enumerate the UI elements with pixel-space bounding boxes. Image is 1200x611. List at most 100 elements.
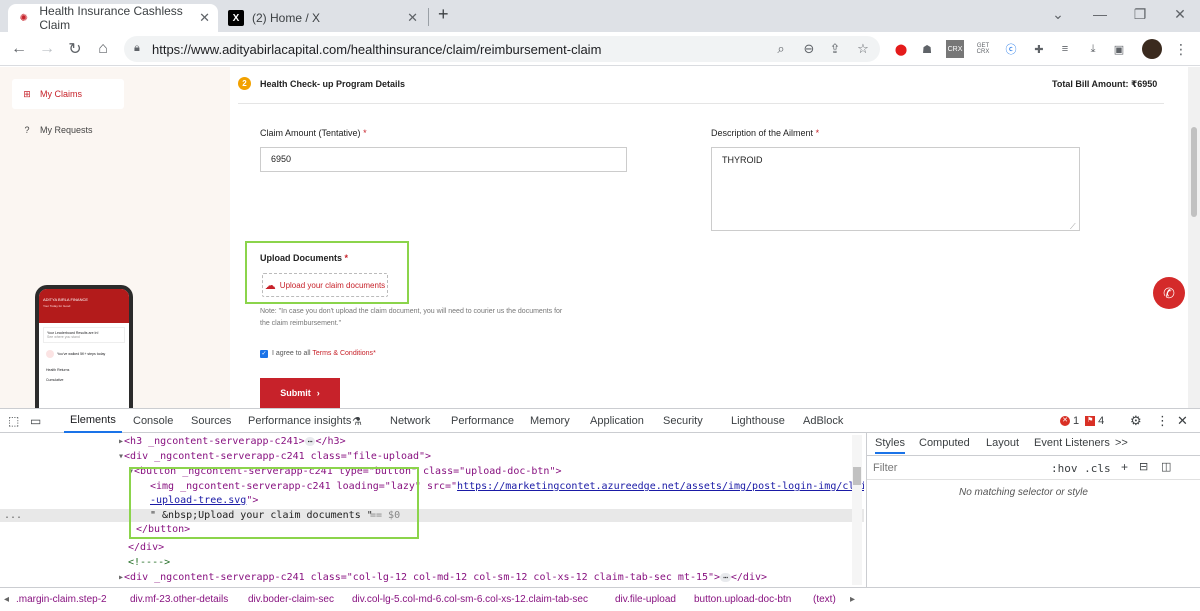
resize-handle-icon[interactable]: ⟋ — [1070, 222, 1076, 232]
download-icon[interactable]: ⤓ — [1084, 40, 1102, 58]
scrollbar-thumb[interactable] — [1191, 127, 1197, 217]
x-logo-icon: X — [228, 10, 244, 26]
breadcrumb-right-arrow-icon[interactable]: ▸ — [850, 594, 855, 605]
address-bar[interactable]: 🔒︎ https://www.adityabirlacapital.com/he… — [124, 36, 880, 62]
breadcrumb-item[interactable]: (text) — [813, 594, 836, 605]
device-toolbar-icon[interactable]: ▭ — [30, 409, 41, 433]
restore-icon[interactable]: ❐ — [1122, 0, 1158, 28]
google-lens-icon[interactable]: ⌕ — [772, 40, 790, 58]
dom-node-file-upload[interactable]: ▾<div _ngcontent-serverapp-c241 class="f… — [118, 450, 431, 463]
forward-icon[interactable]: → — [36, 38, 58, 60]
url-text[interactable]: https://www.adityabirlacapital.com/healt… — [152, 42, 601, 57]
window-close-icon[interactable]: ✕ — [1162, 0, 1198, 28]
minimize-icon[interactable]: — — [1082, 0, 1118, 28]
dom-node-claim-tab[interactable]: ▸<div _ngcontent-serverapp-c241 class="c… — [118, 571, 767, 584]
sidebar-item-my-requests[interactable]: ? My Requests — [12, 115, 124, 145]
dom-node-h3[interactable]: ▸<h3 _ngcontent-serverapp-c241> ⋯ </h3> — [118, 435, 346, 448]
tab-health-insurance[interactable]: ✺ Health Insurance Cashless Claim ✕ — [8, 4, 218, 32]
reload-icon[interactable]: ↻ — [64, 38, 86, 60]
close-tab-icon[interactable]: ✕ — [407, 10, 418, 26]
breadcrumb-item[interactable]: div.col-lg-5.col-md-6.col-sm-6.col-xs-12… — [352, 594, 588, 605]
no-matching-style: No matching selector or style — [959, 487, 1088, 498]
page-scrollbar[interactable] — [1188, 67, 1200, 408]
media-icon[interactable]: ≡ — [1056, 40, 1074, 58]
breadcrumb-item[interactable]: button.upload-doc-btn — [694, 594, 791, 605]
clipboard-icon[interactable]: ⓒ — [1002, 40, 1020, 58]
error-counter[interactable]: ✕ 1 ⚑ 4 — [1060, 409, 1104, 433]
tab-network[interactable]: Network — [390, 409, 430, 433]
ellipsis-icon[interactable]: ⋯ — [720, 573, 731, 582]
upload-documents-button[interactable]: ☁ Upload your claim documents — [262, 273, 388, 297]
highlight-box-code — [129, 467, 419, 539]
tab-console[interactable]: Console — [133, 409, 173, 433]
profile-extension-icon[interactable]: ☗ — [918, 40, 936, 58]
styles-filter-input[interactable]: Filter — [873, 462, 897, 474]
elements-tree[interactable]: ▸<h3 _ngcontent-serverapp-c241> ⋯ </h3> ▾<… — [0, 433, 864, 587]
crx-icon[interactable]: CRX — [946, 40, 964, 58]
phone-steps-row: You've walked 5K+ steps today — [43, 347, 125, 361]
tab-sources[interactable]: Sources — [191, 409, 231, 433]
upload-note-line2: the claim reimbursement." — [260, 320, 342, 327]
breadcrumb-left-arrow-icon[interactable]: ◂ — [4, 594, 9, 605]
get-crx-icon[interactable]: GET CRX — [974, 40, 992, 58]
home-icon[interactable]: ⌂ — [92, 38, 114, 60]
phone-call-icon[interactable]: ✆ — [1153, 277, 1185, 309]
computed-sidebar-icon[interactable]: ◫ — [1161, 460, 1171, 473]
claim-amount-input[interactable]: 6950 — [260, 147, 627, 172]
tab-layout[interactable]: Layout — [986, 437, 1019, 449]
browser-toolbar: ← → ↻ ⌂ 🔒︎ https://www.adityabirlacapita… — [0, 32, 1200, 66]
styles-pane: Styles Computed Layout Event Listeners >… — [866, 433, 1200, 587]
hov-cls-toggle[interactable]: :hov .cls — [1051, 462, 1111, 475]
back-icon[interactable]: ← — [8, 38, 30, 60]
tab-x-home[interactable]: X (2) Home / X ✕ — [220, 4, 426, 32]
tab-adblock[interactable]: AdBlock — [803, 409, 843, 433]
terms-link[interactable]: Terms & Conditions — [312, 350, 373, 357]
bookmark-star-icon[interactable]: ☆ — [854, 40, 872, 58]
more-options-icon[interactable]: ⋮ — [1156, 409, 1169, 433]
more-tabs-icon[interactable]: >> — [1115, 437, 1128, 449]
tab-security[interactable]: Security — [663, 409, 703, 433]
menu-icon[interactable]: ⋮ — [1172, 40, 1190, 58]
submit-button[interactable]: Submit › — [260, 378, 340, 408]
avatar[interactable] — [1142, 39, 1162, 59]
ellipsis-icon[interactable]: ⋯ — [304, 437, 316, 446]
close-devtools-icon[interactable]: ✕ — [1177, 409, 1188, 433]
aditya-birla-logo-icon: ✺ — [19, 12, 28, 24]
tab-styles[interactable]: Styles — [875, 437, 905, 454]
ailment-label: Description of the Ailment * — [711, 128, 820, 138]
puzzle-icon[interactable]: ✚ — [1030, 40, 1048, 58]
tab-computed[interactable]: Computed — [919, 437, 970, 449]
elements-scrollbar-thumb[interactable] — [853, 467, 861, 485]
share-icon[interactable]: ⇪ — [826, 40, 844, 58]
tab-lighthouse[interactable]: Lighthouse — [731, 409, 785, 433]
tab-performance[interactable]: Performance — [451, 409, 514, 433]
terms-checkbox[interactable]: ✓ — [260, 350, 268, 358]
element-state-icon[interactable]: ⊟ — [1139, 460, 1148, 473]
zoom-icon[interactable]: ⊖ — [800, 40, 818, 58]
tab-title: (2) Home / X — [252, 11, 321, 25]
breadcrumb-item[interactable]: div.file-upload — [615, 594, 676, 605]
tab-search-icon[interactable]: ⌄ — [1040, 0, 1076, 28]
tab-memory[interactable]: Memory — [530, 409, 570, 433]
new-style-rule-icon[interactable]: + — [1121, 460, 1128, 474]
breadcrumb-item[interactable]: div.boder-claim-sec — [248, 594, 334, 605]
breadcrumb-item[interactable]: .margin-claim.step-2 — [16, 594, 107, 605]
sidebar-item-my-claims[interactable]: ⊞ My Claims — [12, 79, 124, 109]
sidebar: ⊞ My Claims ? My Requests ADITYA BIRLA F… — [0, 67, 230, 408]
inspect-element-icon[interactable]: ⬚ — [8, 409, 19, 433]
tab-elements[interactable]: Elements — [64, 409, 122, 433]
close-tab-icon[interactable]: ✕ — [199, 10, 210, 26]
phone-steps-text: You've walked 5K+ steps today — [57, 352, 106, 356]
dom-breadcrumbs: ◂ .margin-claim.step-2 div.mf-23.other-d… — [0, 587, 1200, 611]
elements-scrollbar[interactable] — [852, 435, 862, 585]
tab-event-listeners[interactable]: Event Listeners — [1034, 437, 1110, 449]
new-tab-button[interactable]: + — [438, 4, 449, 25]
ailment-textarea[interactable]: THYROID — [711, 147, 1080, 231]
settings-gear-icon[interactable]: ⚙ — [1130, 409, 1142, 433]
tab-performance-insights[interactable]: Performance insights — [248, 409, 351, 433]
styles-divider — [867, 455, 1200, 456]
sidepanel-icon[interactable]: ▣ — [1110, 40, 1128, 58]
opera-icon[interactable]: ⬤ — [892, 40, 910, 58]
breadcrumb-item[interactable]: div.mf-23.other-details — [130, 594, 228, 605]
tab-application[interactable]: Application — [590, 409, 644, 433]
